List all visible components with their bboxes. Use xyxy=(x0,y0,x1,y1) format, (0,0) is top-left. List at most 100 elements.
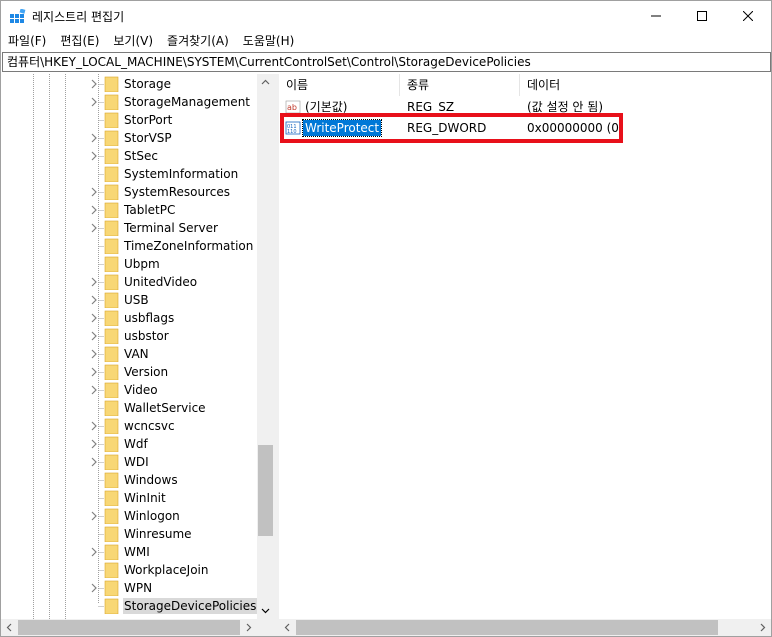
tree-item[interactable]: WorkplaceJoin xyxy=(1,561,255,579)
values-list: 이름 종류 데이터 ab (기본값) REG_SZ (값 설정 안 됨) 011… xyxy=(279,74,771,619)
tree-item[interactable]: UnitedVideo xyxy=(1,273,255,291)
list-horizontal-scrollbar[interactable] xyxy=(279,619,771,636)
tree-item[interactable]: Version xyxy=(1,363,255,381)
tree-item[interactable]: VAN xyxy=(1,345,255,363)
scroll-right-arrow-icon[interactable] xyxy=(244,623,253,632)
expand-chevron-icon[interactable] xyxy=(89,133,99,143)
folder-icon xyxy=(104,472,119,488)
tree-item[interactable]: StorageManagement xyxy=(1,93,255,111)
expand-chevron-icon[interactable] xyxy=(89,205,99,215)
tree-item[interactable]: SystemInformation xyxy=(1,165,255,183)
close-button[interactable] xyxy=(725,1,771,31)
tree-item[interactable]: WDI xyxy=(1,453,255,471)
value-data: (값 설정 안 됨) xyxy=(527,100,604,114)
expand-chevron-icon[interactable] xyxy=(89,439,99,449)
expand-chevron-icon[interactable] xyxy=(89,457,99,467)
tree-item[interactable]: TimeZoneInformation xyxy=(1,237,255,255)
tree-item[interactable]: usbstor xyxy=(1,327,255,345)
tree-item[interactable]: Winlogon xyxy=(1,507,255,525)
expand-chevron-icon[interactable] xyxy=(89,97,99,107)
tree-item[interactable]: Wdf xyxy=(1,435,255,453)
tree-horizontal-scrollbar[interactable] xyxy=(1,619,257,636)
value-type: REG_DWORD xyxy=(407,121,487,135)
tree-item[interactable]: wcncsvc xyxy=(1,417,255,435)
expand-chevron-icon[interactable] xyxy=(89,295,99,305)
menu-file[interactable]: 파일(F) xyxy=(1,31,53,51)
column-header-data[interactable]: 데이터 xyxy=(520,74,771,96)
window-title: 레지스트리 편집기 xyxy=(32,10,125,24)
string-value-icon: ab xyxy=(285,100,301,114)
expand-chevron-icon[interactable] xyxy=(89,313,99,323)
tree-item[interactable]: StorageDevicePolicies xyxy=(1,597,258,615)
column-header-name[interactable]: 이름 xyxy=(279,74,400,96)
menu-view[interactable]: 보기(V) xyxy=(106,31,160,51)
expand-chevron-icon[interactable] xyxy=(89,511,99,521)
tree-vertical-scroll-thumb[interactable] xyxy=(258,445,273,536)
tree-item-label: usbstor xyxy=(124,329,169,343)
column-header-type[interactable]: 종류 xyxy=(400,74,520,96)
tree-item[interactable]: SystemResources xyxy=(1,183,255,201)
expand-chevron-icon[interactable] xyxy=(89,277,99,287)
menu-edit[interactable]: 편집(E) xyxy=(53,31,106,51)
list-horizontal-scroll-thumb[interactable] xyxy=(296,620,718,635)
value-row-writeprotect[interactable]: 011 110 WriteProtect REG_DWORD 0x0000000… xyxy=(279,117,771,139)
expand-chevron-icon[interactable] xyxy=(89,223,99,233)
tree-item-label: USB xyxy=(124,293,149,307)
expand-chevron-icon[interactable] xyxy=(89,187,99,197)
tree-item[interactable]: Video xyxy=(1,381,255,399)
tree-item[interactable]: WalletService xyxy=(1,399,255,417)
expand-chevron-icon[interactable] xyxy=(89,367,99,377)
tree-item[interactable]: Terminal Server xyxy=(1,219,255,237)
address-bar[interactable]: 컴퓨터\HKEY_LOCAL_MACHINE\SYSTEM\CurrentCon… xyxy=(2,52,771,72)
folder-icon xyxy=(104,490,119,506)
expand-chevron-icon[interactable] xyxy=(89,331,99,341)
folder-icon xyxy=(104,346,119,362)
registry-editor-icon xyxy=(10,9,26,23)
scroll-down-arrow-icon[interactable] xyxy=(261,606,270,615)
tree-item-label: WMI xyxy=(124,545,150,559)
tree-item[interactable]: WinInit xyxy=(1,489,255,507)
expand-chevron-icon[interactable] xyxy=(89,349,99,359)
scroll-left-arrow-icon[interactable] xyxy=(5,623,14,632)
minimize-icon xyxy=(651,15,661,17)
expand-chevron-icon[interactable] xyxy=(89,385,99,395)
tree-item-label: SystemInformation xyxy=(124,167,239,181)
tree-item[interactable]: WMI xyxy=(1,543,255,561)
folder-icon xyxy=(104,94,119,110)
value-row-default[interactable]: ab (기본값) REG_SZ (값 설정 안 됨) xyxy=(279,96,771,118)
folder-icon xyxy=(104,148,119,164)
menu-bar: 파일(F) 편집(E) 보기(V) 즐겨찾기(A) 도움말(H) xyxy=(1,31,771,51)
expand-chevron-icon[interactable] xyxy=(89,547,99,557)
scroll-left-arrow-icon[interactable] xyxy=(283,623,292,632)
tree-item-label: TabletPC xyxy=(124,203,176,217)
scroll-up-arrow-icon[interactable] xyxy=(261,78,270,87)
expand-chevron-icon[interactable] xyxy=(89,583,99,593)
tree-item[interactable]: StSec xyxy=(1,147,255,165)
tree-item[interactable]: USB xyxy=(1,291,255,309)
expand-chevron-icon[interactable] xyxy=(89,421,99,431)
scroll-right-arrow-icon[interactable] xyxy=(758,623,767,632)
tree-vertical-scrollbar[interactable] xyxy=(257,74,274,619)
tree-item[interactable]: usbflags xyxy=(1,309,255,327)
expand-chevron-icon[interactable] xyxy=(89,151,99,161)
minimize-button[interactable] xyxy=(633,1,679,31)
tree-item[interactable]: StorVSP xyxy=(1,129,255,147)
tree-item[interactable]: StorPort xyxy=(1,111,255,129)
menu-help[interactable]: 도움말(H) xyxy=(236,31,302,51)
folder-icon xyxy=(104,202,119,218)
expand-chevron-icon[interactable] xyxy=(89,79,99,89)
tree-item-label: UnitedVideo xyxy=(124,275,198,289)
maximize-button[interactable] xyxy=(679,1,725,31)
menu-favorites[interactable]: 즐겨찾기(A) xyxy=(160,31,236,51)
tree-item[interactable]: Ubpm xyxy=(1,255,255,273)
tree-item[interactable]: Winresume xyxy=(1,525,255,543)
tree-item[interactable]: WPN xyxy=(1,579,255,597)
tree-item[interactable]: Storage xyxy=(1,75,255,93)
tree-item[interactable]: Windows xyxy=(1,471,255,489)
svg-text:ab: ab xyxy=(287,103,297,112)
binary-value-icon: 011 110 xyxy=(285,121,301,135)
tree-item-label: StorageDevicePolicies xyxy=(123,598,258,614)
tree-item-label: Terminal Server xyxy=(124,221,218,235)
tree-horizontal-scroll-thumb[interactable] xyxy=(18,620,240,635)
tree-item[interactable]: TabletPC xyxy=(1,201,255,219)
